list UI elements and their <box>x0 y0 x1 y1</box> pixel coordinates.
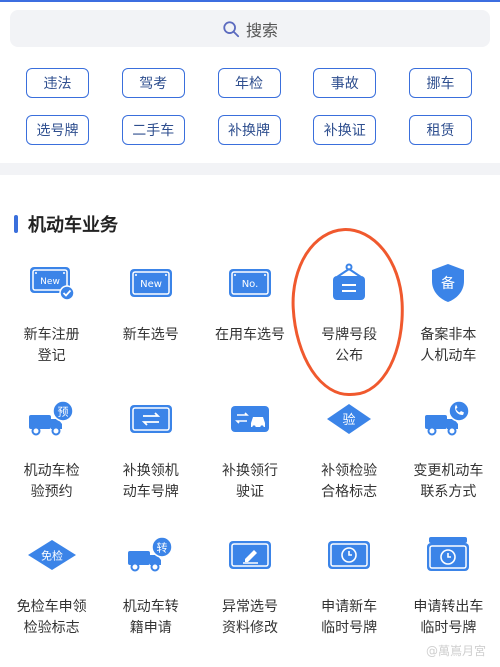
section-header: 机动车业务 <box>0 200 500 248</box>
service-label: 备案非本 人机动车 <box>420 327 477 364</box>
license-car-icon <box>222 391 278 447</box>
chip-replace-license[interactable]: 补换证 <box>313 115 377 145</box>
clock-plate-out-icon <box>420 527 476 583</box>
diamond-yan-icon: 验 <box>321 391 377 447</box>
top-accent-line <box>0 0 500 2</box>
service-label: 免检车申领 检验标志 <box>16 599 87 636</box>
top-section: 搜索 违法 驾考 年检 事故 挪车 选号牌 二手车 补换牌 补换证 租赁 <box>0 0 500 163</box>
chip-replace-plate[interactable]: 补换牌 <box>217 115 281 145</box>
quick-chips: 违法 驾考 年检 事故 挪车 选号牌 二手车 补换牌 补换证 租赁 <box>26 68 472 162</box>
chip-driving-test[interactable]: 驾考 <box>121 68 185 98</box>
chip-used-car[interactable]: 二手车 <box>121 115 185 145</box>
service-new-car-plate[interactable]: New 新车选号 <box>103 255 199 391</box>
svg-text:转: 转 <box>156 541 167 555</box>
svg-text:备: 备 <box>441 275 455 292</box>
service-inspection-appointment[interactable]: 预 机动车检 验预约 <box>4 391 100 527</box>
truck-phone-icon <box>420 391 476 447</box>
chip-accident[interactable]: 事故 <box>313 68 377 98</box>
truck-yu-icon: 预 <box>24 391 80 447</box>
service-row-2: 预 机动车检 验预约 补换领机 动车号牌 补换领行 驶证 验 补领检验 合格标志… <box>0 391 500 527</box>
service-register-others-car[interactable]: 备 备案非本 人机动车 <box>400 255 496 391</box>
service-label: 补换领机 动车号牌 <box>122 463 179 500</box>
new-plate-icon: New <box>123 255 179 311</box>
section-title: 机动车业务 <box>28 215 118 236</box>
svg-text:New: New <box>40 277 60 287</box>
service-label: 新车选号 <box>122 327 179 343</box>
chip-rental[interactable]: 租赁 <box>409 115 472 145</box>
chip-row-2: 选号牌 二手车 补换牌 补换证 租赁 <box>26 115 472 145</box>
svg-text:验: 验 <box>343 412 356 428</box>
watermark: @萬嶌月宮 <box>425 644 486 658</box>
service-label: 在用车选号 <box>214 327 285 343</box>
svg-text:No.: No. <box>242 279 259 290</box>
service-label: 补换领行 驶证 <box>221 463 278 500</box>
chip-violation[interactable]: 违法 <box>26 68 89 98</box>
svg-text:免检: 免检 <box>41 549 63 563</box>
chip-annual-inspection[interactable]: 年检 <box>217 68 281 98</box>
service-label: 机动车转 籍申请 <box>122 599 179 636</box>
service-label: 变更机动车 联系方式 <box>413 463 484 500</box>
service-abnormal-plate-edit[interactable]: 异常选号 资料修改 <box>202 527 298 663</box>
new-plate-check-icon: New <box>24 255 80 311</box>
service-grid: New 新车注册 登记 New 新车选号 No. 在用车选号 号牌号段 公布 备… <box>0 255 500 663</box>
section-title-bar <box>14 215 18 233</box>
service-transfer-registration[interactable]: 转 机动车转 籍申请 <box>103 527 199 663</box>
service-label: 新车注册 登记 <box>23 327 80 364</box>
search-placeholder: 搜索 <box>245 20 278 40</box>
service-new-temp-plate[interactable]: 申请新车 临时号牌 <box>301 527 397 663</box>
clock-plate-icon <box>321 527 377 583</box>
no-plate-icon: No. <box>222 255 278 311</box>
plate-swap-icon <box>123 391 179 447</box>
service-label: 申请新车 临时号牌 <box>321 599 378 636</box>
shield-bei-icon: 备 <box>420 255 476 311</box>
chip-move-car[interactable]: 挪车 <box>409 68 472 98</box>
search-icon <box>223 20 240 37</box>
service-new-car-registration[interactable]: New 新车注册 登记 <box>4 255 100 391</box>
service-change-contact[interactable]: 变更机动车 联系方式 <box>400 391 496 527</box>
truck-zhuan-icon: 转 <box>123 527 179 583</box>
service-replace-license[interactable]: 补换领行 驶证 <box>202 391 298 527</box>
chip-row-1: 违法 驾考 年检 事故 挪车 <box>26 68 472 98</box>
section-divider <box>0 163 500 175</box>
edit-plate-icon <box>222 527 278 583</box>
service-label: 机动车检 验预约 <box>23 463 80 500</box>
service-exempt-inspection-mark[interactable]: 免检 免检车申领 检验标志 <box>4 527 100 663</box>
service-label: 补领检验 合格标志 <box>321 463 378 500</box>
diamond-mianjian-icon: 免检 <box>24 527 80 583</box>
service-in-use-plate[interactable]: No. 在用车选号 <box>202 255 298 391</box>
search-bar[interactable]: 搜索 <box>10 10 490 47</box>
service-row-1: New 新车注册 登记 New 新车选号 No. 在用车选号 号牌号段 公布 备… <box>0 255 500 391</box>
chip-select-plate[interactable]: 选号牌 <box>26 115 89 145</box>
service-replace-plate[interactable]: 补换领机 动车号牌 <box>103 391 199 527</box>
svg-text:预: 预 <box>57 406 68 419</box>
service-label: 申请转出车 临时号牌 <box>413 599 484 636</box>
svg-text:New: New <box>140 279 162 290</box>
service-inspection-mark[interactable]: 验 补领检验 合格标志 <box>301 391 397 527</box>
service-label: 异常选号 资料修改 <box>221 599 278 636</box>
